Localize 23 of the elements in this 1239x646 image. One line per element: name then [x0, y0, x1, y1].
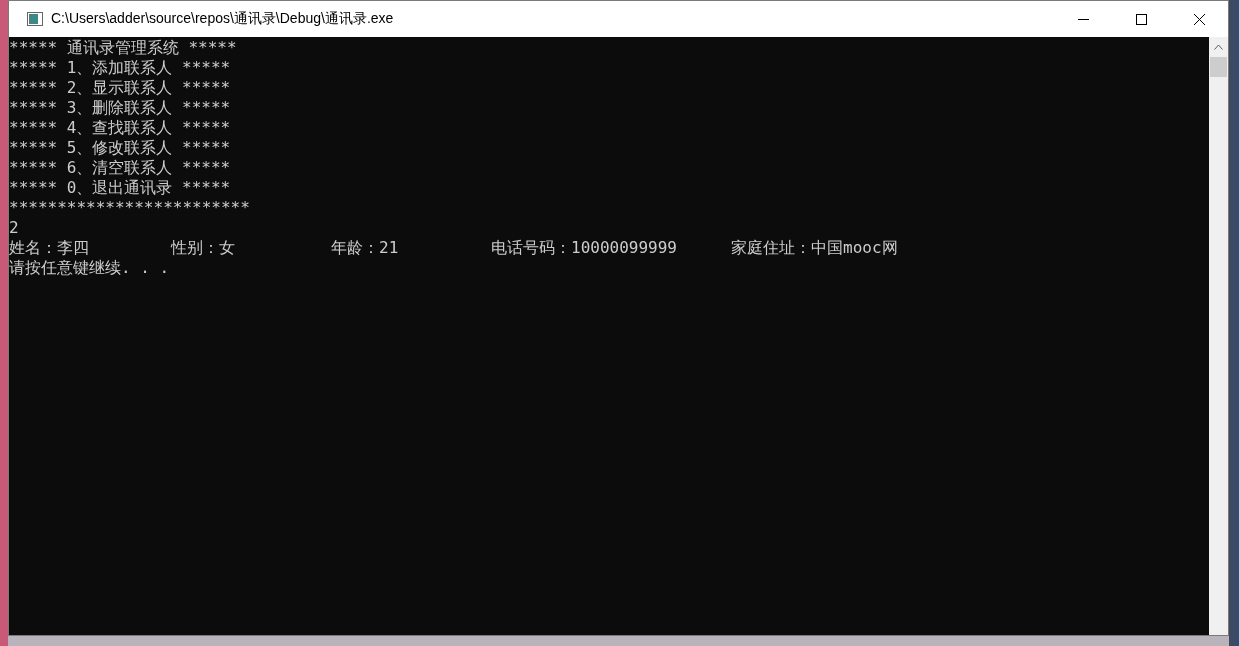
maximize-icon	[1135, 13, 1147, 25]
record-field: 年龄：21	[331, 238, 491, 258]
record-field: 姓名：李四	[9, 238, 171, 258]
record-field: 电话号码：10000099999	[491, 238, 731, 258]
console-line: 2	[9, 218, 20, 238]
console-app-icon	[27, 12, 43, 26]
console-line: ***** 1、添加联系人 *****	[9, 58, 232, 78]
chevron-up-icon	[1214, 44, 1223, 50]
console-line: ***** 3、删除联系人 *****	[9, 98, 232, 118]
scrollbar-thumb[interactable]	[1210, 57, 1227, 77]
console-line: ***** 2、显示联系人 *****	[9, 78, 232, 98]
console-line: ***** 0、退出通讯录 *****	[9, 178, 232, 198]
record-field: 性别：女	[171, 238, 331, 258]
console-line: ***** 6、清空联系人 *****	[9, 158, 232, 178]
window-title: C:\Users\adder\source\repos\通讯录\Debug\通讯录.exe	[51, 10, 395, 28]
console-line: *************************	[9, 198, 251, 218]
console-line: ***** 4、查找联系人 *****	[9, 118, 232, 138]
record-field: 家庭住址：中国mooc网	[731, 238, 1209, 258]
close-icon	[1193, 13, 1205, 25]
console-line: 请按任意键继续. . .	[9, 258, 171, 278]
scrollbar[interactable]	[1209, 37, 1228, 635]
console-line: ***** 通讯录管理系统 *****	[9, 38, 238, 58]
console-line: ***** 5、修改联系人 *****	[9, 138, 232, 158]
